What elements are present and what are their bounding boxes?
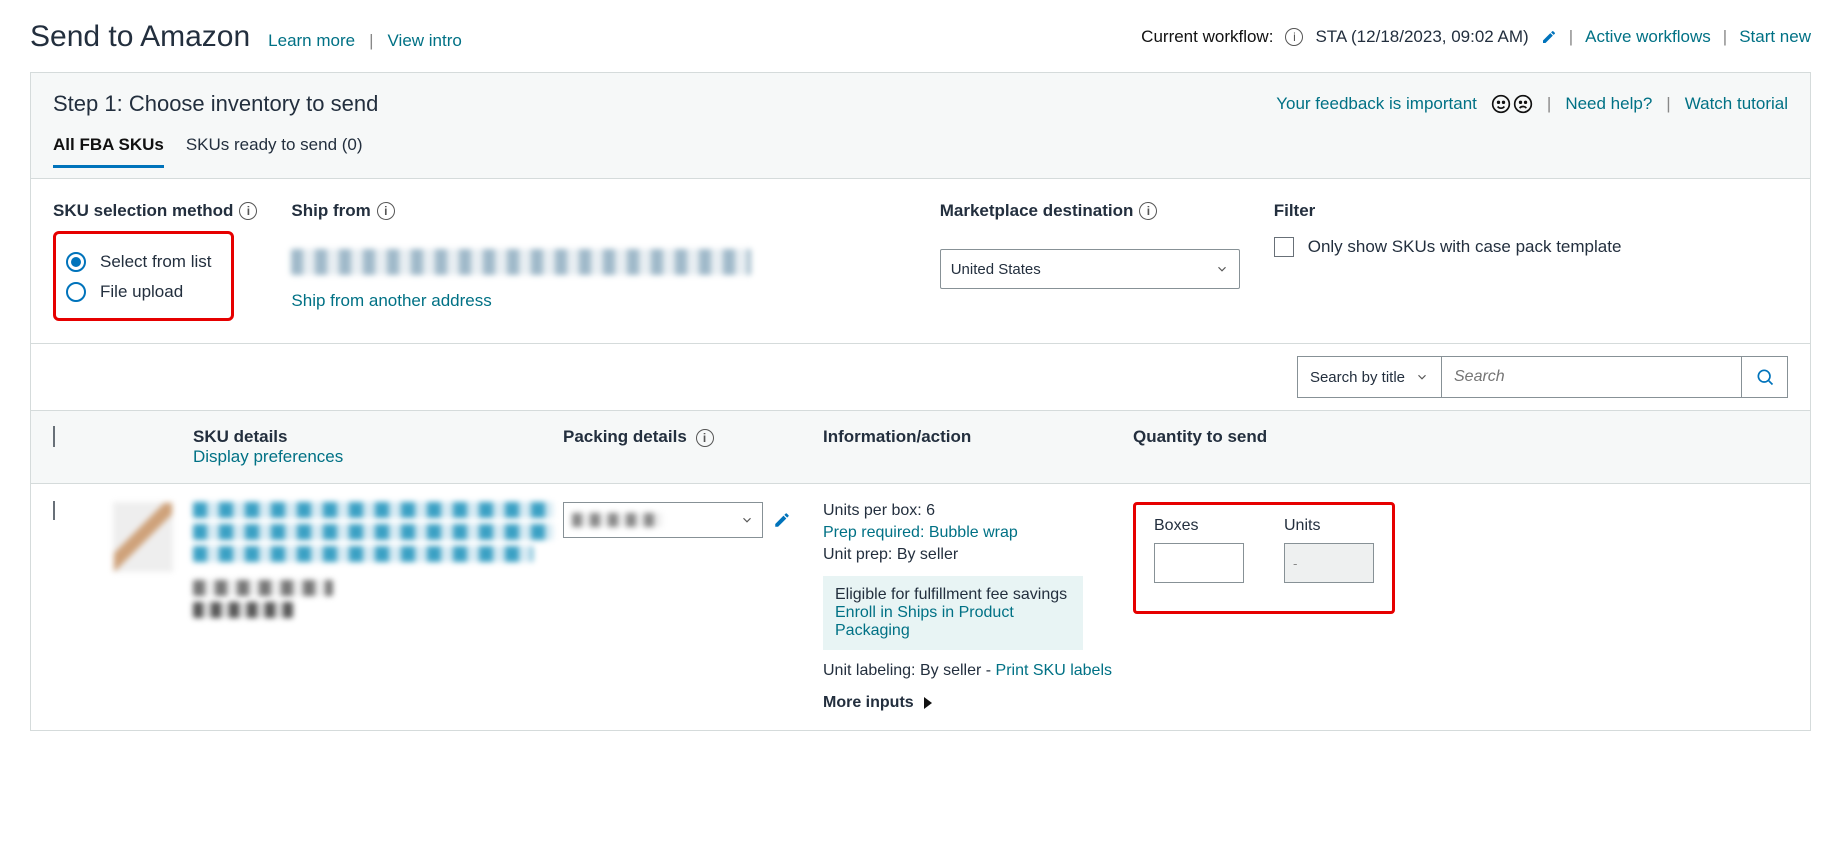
chevron-down-icon [1415, 370, 1429, 384]
separator: | [1569, 27, 1573, 47]
units-per-box-text: Units per box: 6 [823, 502, 1123, 520]
th-information-action: Information/action [823, 427, 1123, 447]
info-icon[interactable]: i [239, 202, 257, 220]
sku-selection-highlight: Select from list File upload [53, 231, 234, 321]
edit-packing-icon[interactable] [773, 511, 791, 529]
chevron-down-icon [1215, 262, 1229, 276]
search-type-select[interactable]: Search by title [1297, 356, 1442, 398]
select-value: United States [951, 261, 1041, 278]
checkbox-label: Only show SKUs with case pack template [1308, 237, 1622, 257]
callout-title: Eligible for fulfillment fee savings [835, 586, 1071, 604]
boxes-input[interactable] [1154, 543, 1244, 583]
boxes-label: Boxes [1154, 517, 1244, 535]
page-title: Send to Amazon [30, 20, 250, 54]
learn-more-link[interactable]: Learn more [268, 31, 355, 51]
product-thumbnail [113, 502, 173, 572]
unit-prep-text: Unit prep: By seller [823, 546, 1123, 564]
info-icon[interactable]: i [1139, 202, 1157, 220]
search-input[interactable] [1442, 356, 1742, 398]
units-input [1284, 543, 1374, 583]
th-sku-details: SKU details [193, 427, 553, 447]
units-label: Units [1284, 517, 1374, 535]
caret-right-icon [924, 697, 932, 709]
search-icon [1755, 367, 1775, 387]
active-workflows-link[interactable]: Active workflows [1585, 27, 1711, 47]
need-help-link[interactable]: Need help? [1565, 94, 1652, 114]
ship-from-address-redacted [291, 249, 751, 275]
enroll-sipp-link[interactable]: Enroll in Ships in Product Packaging [835, 604, 1014, 639]
prep-required-link[interactable]: Prep required: Bubble wrap [823, 524, 1123, 542]
step-title: Step 1: Choose inventory to send [53, 91, 378, 117]
radio-file-upload[interactable]: File upload [66, 282, 211, 302]
frown-icon[interactable] [1513, 94, 1533, 114]
separator: | [369, 31, 373, 51]
unit-labeling-text: Unit labeling: By seller - Print SKU lab… [823, 662, 1123, 680]
checkbox-icon [1274, 237, 1294, 257]
radio-label: File upload [100, 282, 183, 302]
packing-details-select[interactable] [563, 502, 763, 538]
current-workflow-label: Current workflow: [1141, 27, 1273, 47]
th-quantity-to-send: Quantity to send [1133, 427, 1788, 447]
info-icon[interactable]: i [1285, 28, 1303, 46]
tab-skus-ready[interactable]: SKUs ready to send (0) [186, 135, 363, 168]
display-preferences-link[interactable]: Display preferences [193, 447, 343, 466]
ship-from-label: Ship from i [291, 201, 905, 221]
chevron-down-icon [740, 513, 754, 527]
row-checkbox[interactable] [53, 501, 55, 520]
search-button[interactable] [1742, 356, 1788, 398]
info-icon[interactable]: i [696, 429, 714, 447]
smile-icon[interactable] [1491, 94, 1511, 114]
marketplace-destination-label: Marketplace destination i [940, 201, 1240, 221]
th-packing-details: Packing details i [563, 427, 813, 447]
info-icon[interactable]: i [377, 202, 395, 220]
edit-workflow-icon[interactable] [1541, 29, 1557, 45]
quantity-highlight: Boxes Units [1133, 502, 1395, 614]
sku-details-redacted [193, 502, 553, 618]
watch-tutorial-link[interactable]: Watch tutorial [1685, 94, 1788, 114]
separator: | [1723, 27, 1727, 47]
packing-value-redacted [572, 513, 662, 527]
current-workflow-value: STA (12/18/2023, 09:02 AM) [1315, 27, 1528, 47]
view-intro-link[interactable]: View intro [388, 31, 462, 51]
start-new-link[interactable]: Start new [1739, 27, 1811, 47]
fulfillment-fee-callout: Eligible for fulfillment fee savings Enr… [823, 576, 1083, 650]
separator: | [1666, 94, 1670, 114]
select-all-checkbox[interactable] [53, 426, 55, 447]
filter-case-pack-checkbox-row[interactable]: Only show SKUs with case pack template [1274, 237, 1788, 257]
ship-from-another-address-link[interactable]: Ship from another address [291, 291, 905, 311]
radio-label: Select from list [100, 252, 211, 272]
more-inputs-toggle[interactable]: More inputs [823, 694, 1123, 712]
radio-icon [66, 282, 86, 302]
marketplace-destination-select[interactable]: United States [940, 249, 1240, 289]
radio-select-from-list[interactable]: Select from list [66, 252, 211, 272]
separator: | [1547, 94, 1551, 114]
print-sku-labels-link[interactable]: Print SKU labels [996, 662, 1113, 679]
select-value: Search by title [1310, 369, 1405, 386]
radio-icon [66, 252, 86, 272]
tab-all-fba-skus[interactable]: All FBA SKUs [53, 135, 164, 168]
filter-label: Filter [1274, 201, 1788, 221]
feedback-link[interactable]: Your feedback is important [1276, 94, 1477, 114]
sku-selection-method-label: SKU selection method i [53, 201, 257, 221]
